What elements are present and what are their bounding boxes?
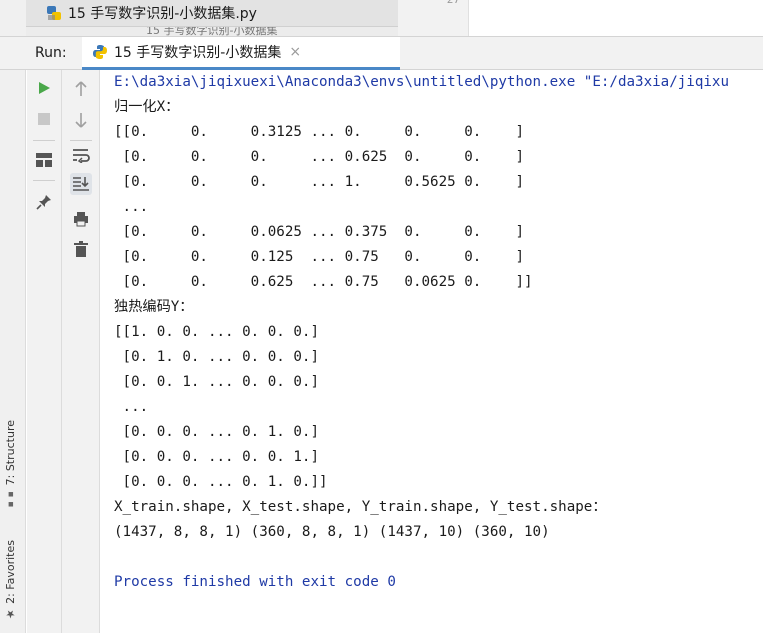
rerun-button[interactable]	[33, 77, 55, 99]
pin-tab-button[interactable]	[33, 191, 55, 213]
console-line: [[0. 0. 0.3125 ... 0. 0. 0. ]	[114, 124, 524, 140]
scroll-down-button[interactable]	[70, 109, 92, 131]
scroll-to-end-icon	[73, 177, 89, 191]
print-button[interactable]	[70, 208, 92, 230]
structure-tab[interactable]: ▪▪ 7: Structure	[4, 420, 17, 509]
structure-tab-label: 7: Structure	[4, 420, 17, 486]
console-line: [0. 0. 0. ... 0. 1. 0.]	[114, 424, 319, 440]
favorites-tab[interactable]: ★ 2: Favorites	[4, 540, 17, 620]
run-toolbar-secondary	[62, 70, 100, 633]
stop-icon	[38, 113, 50, 125]
star-icon: ★	[4, 607, 17, 621]
run-tool-header: Run: 15 手写数字识别-小数据集 ×	[0, 36, 763, 70]
restore-layout-button[interactable]	[33, 149, 55, 171]
console-line: 归一化X：	[114, 99, 180, 115]
console-line: (1437, 8, 8, 1) (360, 8, 8, 1) (1437, 10…	[114, 524, 550, 540]
console-line: ...	[114, 199, 149, 215]
side-stripe: ▪▪ 7: Structure ★ 2: Favorites	[0, 70, 26, 633]
python-file-icon	[47, 6, 61, 20]
line-number: 27	[447, 0, 460, 6]
console-line: [0. 0. 0.625 ... 0.75 0.0625 0. ]]	[114, 274, 533, 290]
console-output[interactable]: E:\da3xia\jiqixuexi\Anaconda3\envs\untit…	[100, 70, 763, 633]
console-line: 独热编码Y：	[114, 299, 194, 315]
run-tab-label: 15 手写数字识别-小数据集	[92, 42, 281, 62]
line-number-gutter: 27	[398, 0, 469, 36]
top-gutter	[0, 0, 27, 36]
favorites-tab-label: 2: Favorites	[4, 540, 17, 604]
console-line: [0. 0. 1. ... 0. 0. 0.]	[114, 374, 319, 390]
pin-icon	[36, 195, 51, 210]
scroll-up-button[interactable]	[70, 78, 92, 100]
console-line: [[1. 0. 0. ... 0. 0. 0.]	[114, 324, 319, 340]
editor-tab-2-title: 15 手写数字识别-小数据集	[146, 27, 278, 36]
console-line: [0. 0. 0.0625 ... 0.375 0. 0. ]	[114, 224, 524, 240]
stop-button[interactable]	[33, 108, 55, 130]
toolbar-divider	[33, 180, 55, 181]
close-icon[interactable]: ×	[289, 44, 301, 60]
console-line: [0. 0. 0. ... 0. 1. 0.]]	[114, 474, 328, 490]
console-line: [0. 0. 0. ... 1. 0.5625 0. ]	[114, 174, 524, 190]
run-label: Run:	[35, 45, 67, 61]
console-line: E:\da3xia\jiqixuexi\Anaconda3\envs\untit…	[114, 74, 729, 90]
console-line: X_train.shape, X_test.shape, Y_train.sha…	[114, 499, 607, 515]
arrow-down-icon	[75, 113, 87, 128]
run-tab-title: 15 手写数字识别-小数据集	[114, 45, 282, 61]
code-editor[interactable]	[469, 0, 763, 36]
arrow-up-icon	[75, 81, 87, 96]
console-line: [0. 0. 0. ... 0. 0. 1.]	[114, 449, 319, 465]
structure-icon: ▪▪	[6, 488, 16, 509]
soft-wrap-icon	[73, 149, 90, 163]
trash-icon	[74, 241, 88, 257]
soft-wrap-button[interactable]	[70, 144, 92, 166]
print-icon	[74, 212, 88, 227]
scroll-to-end-button[interactable]	[70, 173, 92, 195]
layout-icon	[36, 153, 52, 167]
play-icon	[39, 82, 50, 94]
toolbar-divider	[33, 140, 55, 141]
editor-area: 15 手写数字识别-小数据集.py 15 手写数字识别-小数据集 27	[0, 0, 763, 36]
editor-tab-label: 15 手写数字识别-小数据集.py	[46, 3, 257, 23]
console-line: [0. 0. 0.125 ... 0.75 0. 0. ]	[114, 249, 524, 265]
editor-tab[interactable]: 15 手写数字识别-小数据集.py	[26, 0, 398, 27]
python-run-icon	[93, 45, 107, 59]
console-line: Process finished with exit code 0	[114, 574, 396, 590]
console-line: [0. 1. 0. ... 0. 0. 0.]	[114, 349, 319, 365]
run-toolbar-primary	[27, 70, 62, 633]
clear-all-button[interactable]	[70, 238, 92, 260]
editor-tab-title: 15 手写数字识别-小数据集.py	[68, 6, 257, 22]
editor-tab-2[interactable]: 15 手写数字识别-小数据集	[26, 27, 398, 36]
toolbar-divider	[70, 140, 92, 141]
console-line: [0. 0. 0. ... 0.625 0. 0. ]	[114, 149, 524, 165]
console-line: ...	[114, 399, 149, 415]
run-tab[interactable]: 15 手写数字识别-小数据集 ×	[82, 37, 400, 70]
